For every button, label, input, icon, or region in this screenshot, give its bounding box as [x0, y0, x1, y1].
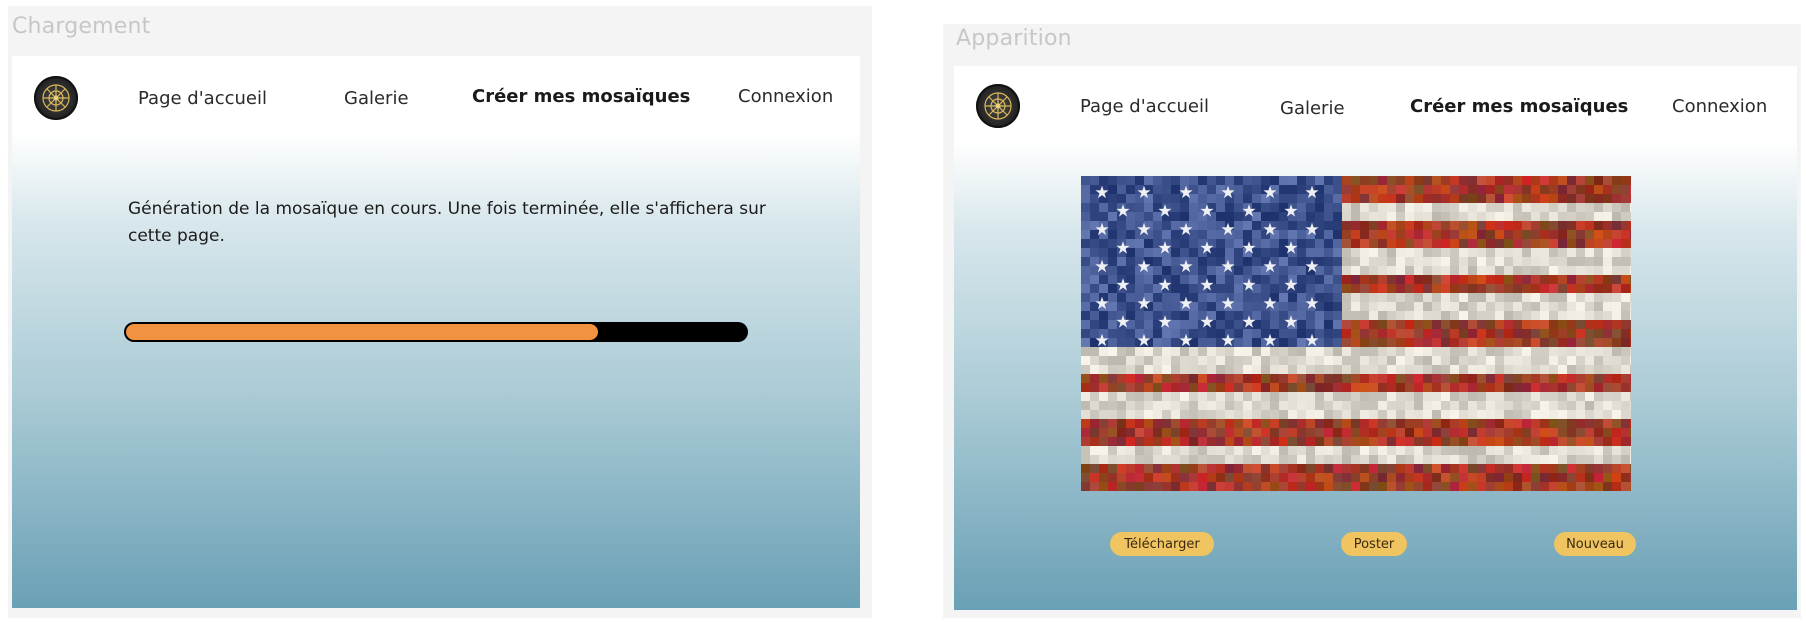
nav-link-create-mosaics[interactable]: Créer mes mosaïques: [1410, 96, 1628, 117]
svg-text:★: ★: [1241, 239, 1256, 259]
svg-text:★: ★: [1178, 331, 1193, 351]
nav-link-login[interactable]: Connexion: [1672, 96, 1767, 117]
svg-text:★: ★: [1178, 220, 1193, 240]
svg-text:★: ★: [1157, 202, 1172, 222]
svg-text:★: ★: [1220, 294, 1235, 314]
mandala-logo-icon[interactable]: [34, 76, 78, 120]
svg-text:★: ★: [1115, 276, 1130, 296]
svg-text:★: ★: [1304, 183, 1319, 203]
svg-text:★: ★: [1199, 239, 1214, 259]
post-button[interactable]: Poster: [1341, 532, 1407, 556]
nav-link-gallery[interactable]: Galerie: [344, 88, 409, 109]
svg-text:★: ★: [1241, 202, 1256, 222]
svg-text:★: ★: [1283, 276, 1298, 296]
nav-link-home[interactable]: Page d'accueil: [138, 88, 267, 109]
nav-link-gallery[interactable]: Galerie: [1280, 98, 1345, 119]
appearance-frame: Apparition Page d'accueil Galerie Créer …: [943, 24, 1801, 618]
svg-text:★: ★: [1115, 202, 1130, 222]
svg-text:★: ★: [1178, 257, 1193, 277]
svg-text:★: ★: [1157, 313, 1172, 333]
svg-text:★: ★: [1094, 220, 1109, 240]
svg-text:★: ★: [1094, 183, 1109, 203]
svg-text:★: ★: [1220, 220, 1235, 240]
svg-text:★: ★: [1157, 276, 1172, 296]
svg-text:★: ★: [1094, 257, 1109, 277]
appearance-screen: Page d'accueil Galerie Créer mes mosaïqu…: [954, 66, 1797, 610]
svg-text:★: ★: [1178, 294, 1193, 314]
download-button[interactable]: Télécharger: [1110, 532, 1214, 556]
svg-text:★: ★: [1115, 239, 1130, 259]
svg-text:★: ★: [1199, 313, 1214, 333]
svg-text:★: ★: [1304, 257, 1319, 277]
svg-text:★: ★: [1262, 257, 1277, 277]
svg-text:★: ★: [1241, 313, 1256, 333]
loading-frame: Chargement Page d'accueil Galerie Créer …: [8, 6, 872, 618]
svg-text:★: ★: [1094, 294, 1109, 314]
svg-text:★: ★: [1283, 313, 1298, 333]
nav-link-login[interactable]: Connexion: [738, 86, 833, 107]
frame-label: Apparition: [956, 26, 1072, 51]
nav-link-create-mosaics[interactable]: Créer mes mosaïques: [472, 86, 690, 107]
svg-text:★: ★: [1304, 331, 1319, 351]
progress-bar-fill: [126, 324, 599, 340]
top-nav: Page d'accueil Galerie Créer mes mosaïqu…: [12, 56, 860, 140]
svg-text:★: ★: [1115, 313, 1130, 333]
svg-text:★: ★: [1262, 331, 1277, 351]
svg-text:★: ★: [1136, 294, 1151, 314]
svg-text:★: ★: [1199, 276, 1214, 296]
svg-text:★: ★: [1241, 276, 1256, 296]
progress-bar: [124, 322, 748, 342]
svg-text:★: ★: [1262, 220, 1277, 240]
svg-text:★: ★: [1262, 183, 1277, 203]
nav-link-home[interactable]: Page d'accueil: [1080, 96, 1209, 117]
svg-text:★: ★: [1220, 183, 1235, 203]
mosaic-image: ★ ★ ★ ★ ★ ★ ★ ★ ★ ★ ★ ★ ★ ★ ★ ★ ★ ★ ★ ★ ★ ★ ★ ★ ★ ★ ★ ★ ★ ★ ★ ★ ★ ★ ★ ★ ★ ★ ★ ★…: [1081, 176, 1631, 491]
svg-text:★: ★: [1304, 220, 1319, 240]
svg-text:★: ★: [1178, 183, 1193, 203]
new-button[interactable]: Nouveau: [1554, 532, 1636, 556]
loading-screen: Page d'accueil Galerie Créer mes mosaïqu…: [12, 56, 860, 608]
frame-label: Chargement: [12, 14, 151, 39]
us-flag-photo-mosaic: ★ ★ ★ ★ ★ ★ ★ ★ ★ ★ ★ ★ ★ ★ ★ ★ ★ ★ ★ ★ ★ ★ ★ ★ ★ ★ ★ ★ ★ ★ ★ ★ ★ ★ ★ ★ ★ ★ ★ ★…: [1081, 176, 1631, 491]
top-nav: Page d'accueil Galerie Créer mes mosaïqu…: [954, 66, 1797, 150]
svg-text:★: ★: [1136, 257, 1151, 277]
svg-text:★: ★: [1157, 239, 1172, 259]
svg-text:★: ★: [1262, 294, 1277, 314]
svg-text:★: ★: [1199, 202, 1214, 222]
svg-text:★: ★: [1136, 220, 1151, 240]
svg-text:★: ★: [1136, 183, 1151, 203]
svg-text:★: ★: [1304, 294, 1319, 314]
svg-text:★: ★: [1136, 331, 1151, 351]
svg-text:★: ★: [1283, 202, 1298, 222]
generation-status-message: Génération de la mosaïque en cours. Une …: [128, 199, 766, 246]
mandala-logo-icon[interactable]: [976, 84, 1020, 128]
svg-text:★: ★: [1220, 331, 1235, 351]
svg-text:★: ★: [1283, 239, 1298, 259]
svg-text:★: ★: [1220, 257, 1235, 277]
svg-text:★: ★: [1094, 331, 1109, 351]
